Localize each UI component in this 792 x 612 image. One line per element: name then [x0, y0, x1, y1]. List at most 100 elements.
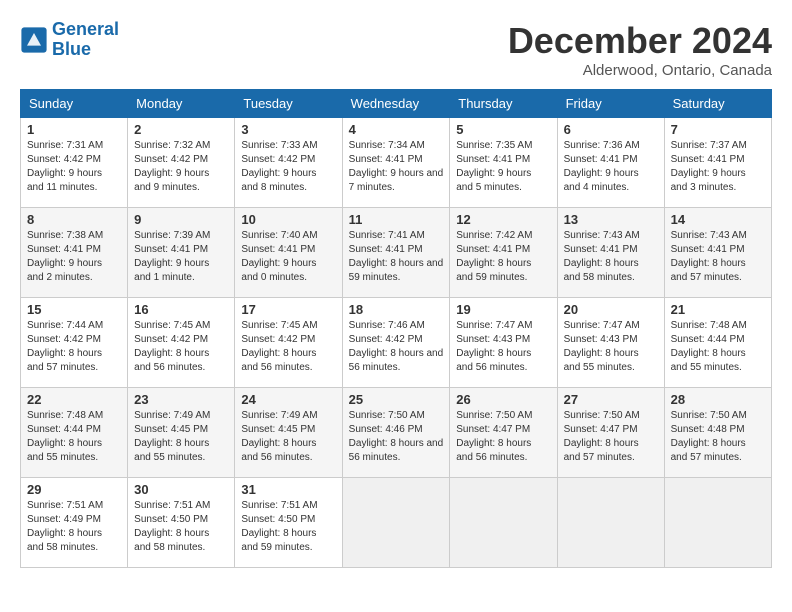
calendar-cell: 30 Sunrise: 7:51 AMSunset: 4:50 PMDaylig…	[128, 478, 235, 568]
calendar-cell: 22 Sunrise: 7:48 AMSunset: 4:44 PMDaylig…	[21, 388, 128, 478]
day-info: Sunrise: 7:51 AMSunset: 4:50 PMDaylight:…	[241, 500, 317, 553]
day-info: Sunrise: 7:37 AMSunset: 4:41 PMDaylight:…	[671, 140, 747, 193]
day-number: 21	[671, 302, 765, 317]
day-of-week-header: Sunday	[21, 90, 128, 118]
day-of-week-header: Monday	[128, 90, 235, 118]
day-number: 24	[241, 392, 335, 407]
day-info: Sunrise: 7:51 AMSunset: 4:50 PMDaylight:…	[134, 500, 210, 553]
calendar-cell: 23 Sunrise: 7:49 AMSunset: 4:45 PMDaylig…	[128, 388, 235, 478]
day-of-week-header: Friday	[557, 90, 664, 118]
calendar-header-row: SundayMondayTuesdayWednesdayThursdayFrid…	[21, 90, 772, 118]
calendar-cell: 4 Sunrise: 7:34 AMSunset: 4:41 PMDayligh…	[342, 118, 450, 208]
calendar-cell: 10 Sunrise: 7:40 AMSunset: 4:41 PMDaylig…	[235, 208, 342, 298]
day-number: 18	[349, 302, 444, 317]
day-info: Sunrise: 7:38 AMSunset: 4:41 PMDaylight:…	[27, 230, 103, 283]
calendar-row: 22 Sunrise: 7:48 AMSunset: 4:44 PMDaylig…	[21, 388, 772, 478]
day-number: 28	[671, 392, 765, 407]
calendar-cell: 7 Sunrise: 7:37 AMSunset: 4:41 PMDayligh…	[664, 118, 771, 208]
day-info: Sunrise: 7:51 AMSunset: 4:49 PMDaylight:…	[27, 500, 103, 553]
calendar-cell: 11 Sunrise: 7:41 AMSunset: 4:41 PMDaylig…	[342, 208, 450, 298]
day-number: 11	[349, 212, 444, 227]
day-of-week-header: Thursday	[450, 90, 557, 118]
calendar-cell: 25 Sunrise: 7:50 AMSunset: 4:46 PMDaylig…	[342, 388, 450, 478]
logo-text: General Blue	[52, 20, 119, 60]
calendar-cell: 31 Sunrise: 7:51 AMSunset: 4:50 PMDaylig…	[235, 478, 342, 568]
day-number: 14	[671, 212, 765, 227]
month-title: December 2024	[508, 20, 772, 62]
day-info: Sunrise: 7:40 AMSunset: 4:41 PMDaylight:…	[241, 230, 317, 283]
calendar-cell: 14 Sunrise: 7:43 AMSunset: 4:41 PMDaylig…	[664, 208, 771, 298]
calendar-cell: 19 Sunrise: 7:47 AMSunset: 4:43 PMDaylig…	[450, 298, 557, 388]
location: Alderwood, Ontario, Canada	[508, 62, 772, 79]
calendar-row: 29 Sunrise: 7:51 AMSunset: 4:49 PMDaylig…	[21, 478, 772, 568]
title-section: December 2024 Alderwood, Ontario, Canada	[508, 20, 772, 79]
day-number: 13	[564, 212, 658, 227]
day-of-week-header: Tuesday	[235, 90, 342, 118]
calendar-cell: 16 Sunrise: 7:45 AMSunset: 4:42 PMDaylig…	[128, 298, 235, 388]
calendar-cell: 3 Sunrise: 7:33 AMSunset: 4:42 PMDayligh…	[235, 118, 342, 208]
day-number: 5	[456, 122, 550, 137]
day-number: 10	[241, 212, 335, 227]
day-number: 7	[671, 122, 765, 137]
day-info: Sunrise: 7:50 AMSunset: 4:47 PMDaylight:…	[564, 410, 640, 463]
calendar-row: 1 Sunrise: 7:31 AMSunset: 4:42 PMDayligh…	[21, 118, 772, 208]
day-number: 19	[456, 302, 550, 317]
calendar-cell: 15 Sunrise: 7:44 AMSunset: 4:42 PMDaylig…	[21, 298, 128, 388]
day-number: 2	[134, 122, 228, 137]
day-number: 9	[134, 212, 228, 227]
day-info: Sunrise: 7:31 AMSunset: 4:42 PMDaylight:…	[27, 140, 103, 193]
calendar-cell: 18 Sunrise: 7:46 AMSunset: 4:42 PMDaylig…	[342, 298, 450, 388]
calendar-cell: 29 Sunrise: 7:51 AMSunset: 4:49 PMDaylig…	[21, 478, 128, 568]
calendar-cell: 6 Sunrise: 7:36 AMSunset: 4:41 PMDayligh…	[557, 118, 664, 208]
day-info: Sunrise: 7:34 AMSunset: 4:41 PMDaylight:…	[349, 140, 444, 193]
calendar-cell: 13 Sunrise: 7:43 AMSunset: 4:41 PMDaylig…	[557, 208, 664, 298]
day-info: Sunrise: 7:39 AMSunset: 4:41 PMDaylight:…	[134, 230, 210, 283]
day-of-week-header: Saturday	[664, 90, 771, 118]
calendar-cell: 26 Sunrise: 7:50 AMSunset: 4:47 PMDaylig…	[450, 388, 557, 478]
calendar-cell	[557, 478, 664, 568]
calendar-cell: 9 Sunrise: 7:39 AMSunset: 4:41 PMDayligh…	[128, 208, 235, 298]
logo: General Blue	[20, 20, 119, 60]
day-info: Sunrise: 7:32 AMSunset: 4:42 PMDaylight:…	[134, 140, 210, 193]
day-info: Sunrise: 7:50 AMSunset: 4:46 PMDaylight:…	[349, 410, 444, 463]
calendar-body: 1 Sunrise: 7:31 AMSunset: 4:42 PMDayligh…	[21, 118, 772, 568]
day-info: Sunrise: 7:46 AMSunset: 4:42 PMDaylight:…	[349, 320, 444, 373]
day-info: Sunrise: 7:48 AMSunset: 4:44 PMDaylight:…	[27, 410, 103, 463]
day-number: 17	[241, 302, 335, 317]
day-number: 29	[27, 482, 121, 497]
calendar-row: 8 Sunrise: 7:38 AMSunset: 4:41 PMDayligh…	[21, 208, 772, 298]
calendar-cell: 27 Sunrise: 7:50 AMSunset: 4:47 PMDaylig…	[557, 388, 664, 478]
day-number: 23	[134, 392, 228, 407]
day-info: Sunrise: 7:47 AMSunset: 4:43 PMDaylight:…	[564, 320, 640, 373]
day-info: Sunrise: 7:43 AMSunset: 4:41 PMDaylight:…	[671, 230, 747, 283]
day-info: Sunrise: 7:35 AMSunset: 4:41 PMDaylight:…	[456, 140, 532, 193]
day-number: 6	[564, 122, 658, 137]
calendar-cell	[450, 478, 557, 568]
calendar-cell: 1 Sunrise: 7:31 AMSunset: 4:42 PMDayligh…	[21, 118, 128, 208]
day-info: Sunrise: 7:49 AMSunset: 4:45 PMDaylight:…	[241, 410, 317, 463]
calendar-table: SundayMondayTuesdayWednesdayThursdayFrid…	[20, 89, 772, 568]
calendar-cell: 2 Sunrise: 7:32 AMSunset: 4:42 PMDayligh…	[128, 118, 235, 208]
day-number: 26	[456, 392, 550, 407]
day-number: 12	[456, 212, 550, 227]
day-info: Sunrise: 7:33 AMSunset: 4:42 PMDaylight:…	[241, 140, 317, 193]
day-info: Sunrise: 7:41 AMSunset: 4:41 PMDaylight:…	[349, 230, 444, 283]
day-info: Sunrise: 7:50 AMSunset: 4:47 PMDaylight:…	[456, 410, 532, 463]
calendar-cell: 8 Sunrise: 7:38 AMSunset: 4:41 PMDayligh…	[21, 208, 128, 298]
day-info: Sunrise: 7:47 AMSunset: 4:43 PMDaylight:…	[456, 320, 532, 373]
page-header: General Blue December 2024 Alderwood, On…	[20, 20, 772, 79]
logo-icon	[20, 26, 48, 54]
day-of-week-header: Wednesday	[342, 90, 450, 118]
day-info: Sunrise: 7:36 AMSunset: 4:41 PMDaylight:…	[564, 140, 640, 193]
calendar-cell: 28 Sunrise: 7:50 AMSunset: 4:48 PMDaylig…	[664, 388, 771, 478]
calendar-cell: 21 Sunrise: 7:48 AMSunset: 4:44 PMDaylig…	[664, 298, 771, 388]
day-number: 20	[564, 302, 658, 317]
day-number: 31	[241, 482, 335, 497]
day-info: Sunrise: 7:45 AMSunset: 4:42 PMDaylight:…	[134, 320, 210, 373]
day-number: 1	[27, 122, 121, 137]
day-info: Sunrise: 7:50 AMSunset: 4:48 PMDaylight:…	[671, 410, 747, 463]
day-info: Sunrise: 7:49 AMSunset: 4:45 PMDaylight:…	[134, 410, 210, 463]
calendar-cell: 24 Sunrise: 7:49 AMSunset: 4:45 PMDaylig…	[235, 388, 342, 478]
day-info: Sunrise: 7:48 AMSunset: 4:44 PMDaylight:…	[671, 320, 747, 373]
day-number: 27	[564, 392, 658, 407]
